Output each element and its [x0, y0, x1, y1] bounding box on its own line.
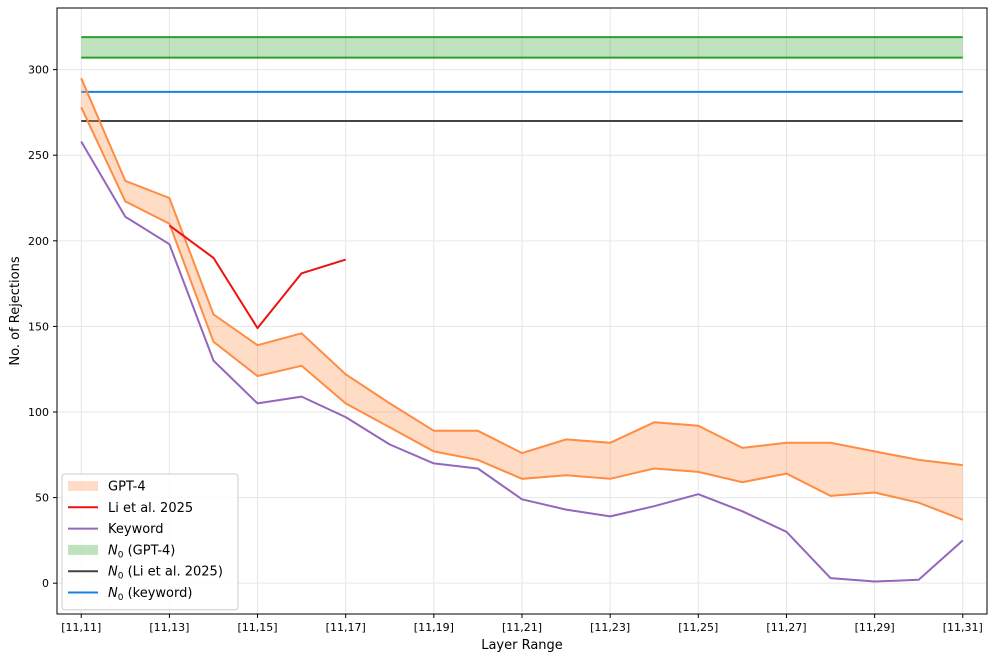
- legend-swatch: [68, 481, 98, 491]
- legend-entry-label: Li et al. 2025: [108, 501, 193, 516]
- legend-entry-label: GPT-4: [108, 480, 146, 495]
- x-tick-label: [11,27]: [766, 621, 806, 634]
- legend-entry-label: Keyword: [108, 522, 164, 537]
- x-tick-label: [11,31]: [943, 621, 983, 634]
- x-tick-label: [11,25]: [678, 621, 718, 634]
- legend: GPT-4Li et al. 2025KeywordN0 (GPT-4)N0 (…: [61, 473, 239, 611]
- chart: [11,11] [11,13] [11,15] [11,17] [11,19] [11,2…: [8, 7, 988, 653]
- y-tick-label: 150: [28, 320, 49, 333]
- legend-entry-label: N0 (Li et al. 2025): [108, 565, 223, 582]
- y-tick-label: 0: [42, 577, 49, 590]
- x-axis-label: Layer Range: [481, 638, 563, 653]
- y-axis-label: No. of Rejections: [8, 256, 23, 365]
- y-tick-label: 250: [28, 149, 49, 162]
- x-tick-label: [11,29]: [855, 621, 895, 634]
- x-tick-label: [11,21]: [502, 621, 542, 634]
- x-tick-label: [11,13]: [149, 621, 189, 634]
- x-tick-label: [11,23]: [590, 621, 630, 634]
- x-tick-label: [11,19]: [414, 621, 454, 634]
- x-tick-label: [11,17]: [326, 621, 366, 634]
- y-tick-label: 50: [35, 492, 49, 505]
- y-tick-label: 100: [28, 406, 49, 419]
- legend-swatch: [68, 544, 98, 555]
- x-tick-label: [11,15]: [238, 621, 278, 634]
- y-tick-label: 200: [28, 235, 49, 248]
- y-tick-label: 300: [28, 64, 49, 77]
- n0-gpt4-band: [81, 37, 963, 58]
- x-tick-label: [11,11]: [61, 621, 101, 634]
